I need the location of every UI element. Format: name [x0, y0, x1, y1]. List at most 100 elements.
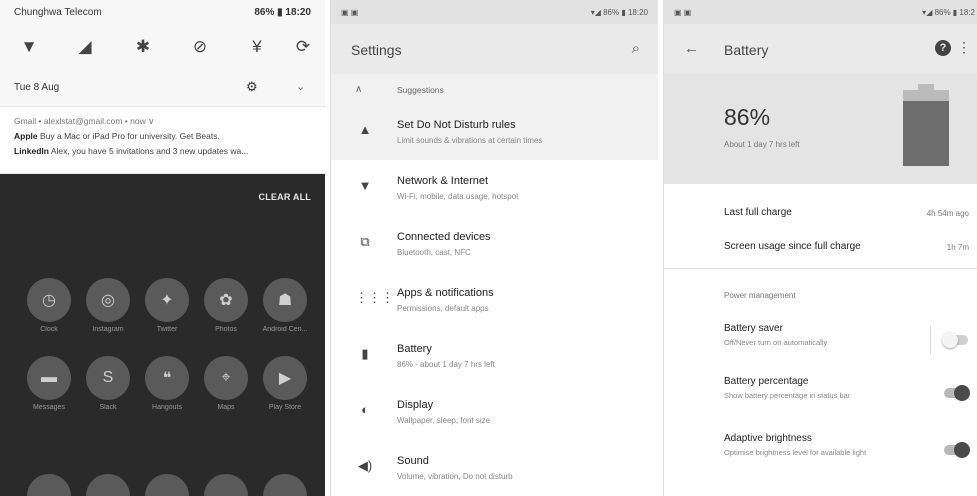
divider: [930, 326, 931, 354]
quick-settings: ▼ ◢ ✱ ⊘ ¥ ⟳: [0, 32, 325, 66]
toggle-subtitle: Optimise brightness level for available …: [724, 448, 867, 457]
notification-text: Alex, you have 5 invitations and 3 new u…: [50, 146, 249, 156]
help-icon[interactable]: ?: [935, 40, 951, 56]
toggle-title: Battery saver: [724, 323, 783, 334]
last-full-charge-row[interactable]: Last full charge 4h 54m ago: [664, 198, 977, 230]
battery-percent: 86%: [724, 104, 771, 130]
sound-icon: ◀): [357, 458, 373, 473]
clock-icon[interactable]: ◷: [27, 278, 71, 322]
clear-all-button[interactable]: CLEAR ALL: [259, 192, 311, 202]
toggle-knob: [954, 385, 970, 401]
messages-icon[interactable]: ▬: [27, 356, 71, 400]
item-title: Set Do Not Disturb rules: [397, 119, 516, 131]
adaptive-brightness-row[interactable]: Adaptive brightness Optimise brightness …: [664, 426, 977, 476]
chevron-up-icon[interactable]: ∧: [355, 84, 362, 95]
row-label: Last full charge: [724, 207, 792, 218]
signal-icon[interactable]: ◢: [70, 32, 100, 62]
instagram-icon[interactable]: ◎: [86, 278, 130, 322]
dock-app-icon[interactable]: [263, 474, 307, 496]
app-label: Messages: [33, 404, 65, 411]
item-title: Sound: [397, 455, 429, 467]
wifi-icon[interactable]: ▼: [14, 32, 44, 62]
item-title: Apps & notifications: [397, 287, 494, 299]
toggle-subtitle: Show battery percentage in status bar: [724, 391, 851, 400]
settings-item-display[interactable]: ◐ Display Wallpaper, sleep, font size: [331, 386, 658, 440]
settings-item-battery[interactable]: ▮ Battery 86% - about 1 day 7 hrs left: [331, 330, 658, 384]
back-arrow-icon[interactable]: ←: [684, 40, 699, 57]
dnd-icon[interactable]: ⊘: [185, 32, 215, 62]
item-title: Display: [397, 399, 434, 411]
rotate-icon[interactable]: ⟳: [288, 32, 318, 62]
flashlight-icon[interactable]: ¥: [242, 32, 272, 62]
maps-icon[interactable]: ⌖: [204, 356, 248, 400]
devices-icon: ⧉: [360, 234, 370, 249]
page-title: Settings: [351, 42, 402, 58]
android-icon[interactable]: ☗: [263, 278, 307, 322]
suggestions-header[interactable]: ∧ Suggestions: [331, 74, 658, 106]
settings-item-dnd-rules[interactable]: ▲ Set Do Not Disturb rules Limit sounds …: [331, 106, 658, 160]
slack-icon[interactable]: S: [86, 356, 130, 400]
item-subtitle: Bluetooth, cast, NFC: [397, 248, 471, 257]
settings-item-sound[interactable]: ◀) Sound Volume, vibration, Do not distu…: [331, 442, 658, 496]
app-label: Clock: [40, 326, 58, 333]
gear-icon[interactable]: ⚙: [246, 79, 258, 95]
battery-summary: 86% About 1 day 7 hrs left: [664, 74, 977, 184]
item-subtitle: 86% - about 1 day 7 hrs left: [397, 360, 495, 369]
chevron-down-icon[interactable]: ⌄: [296, 80, 305, 93]
divider: [664, 268, 977, 269]
battery-percentage-row[interactable]: Battery percentage Show battery percenta…: [664, 369, 977, 419]
status-left: ▣ ▣: [341, 8, 359, 17]
settings-item-connected-devices[interactable]: ⧉ Connected devices Bluetooth, cast, NFC: [331, 218, 658, 272]
twitter-icon[interactable]: ✦: [145, 278, 189, 322]
wifi-icon: ▼: [358, 178, 372, 193]
settings-item-apps[interactable]: ⋮⋮⋮ Apps & notifications Permissions, de…: [331, 274, 658, 328]
dock-app-icon[interactable]: [27, 474, 71, 496]
status-right: ▾◢ 86% ▮ 18:20: [590, 8, 648, 17]
battery-time-left: About 1 day 7 hrs left: [724, 140, 800, 149]
notification-sender: LinkedIn: [14, 146, 49, 156]
play-store-icon[interactable]: ▶: [263, 356, 307, 400]
battery-saver-row[interactable]: Battery saver Off/Never turn on automati…: [664, 316, 977, 366]
dock-app-icon[interactable]: [145, 474, 189, 496]
date-row: Tue 8 Aug ⚙ ⌄: [0, 78, 325, 98]
screen-usage-row[interactable]: Screen usage since full charge 1h 7m: [664, 232, 977, 264]
app-label: Photos: [215, 326, 237, 333]
app-label: Instagram: [92, 326, 124, 333]
status-left: ▣ ▣: [674, 8, 692, 17]
dock-app-icon[interactable]: [204, 474, 248, 496]
row-value: 4h 54m ago: [926, 209, 969, 218]
item-title: Network & Internet: [397, 175, 489, 187]
battery-level-fill: [903, 100, 949, 166]
item-subtitle: Permissions, default apps: [397, 304, 489, 313]
search-icon[interactable]: ⌕: [632, 40, 640, 57]
item-subtitle: Volume, vibration, Do not disturb: [397, 472, 513, 481]
item-title: Battery: [397, 343, 432, 355]
toggle-knob: [954, 442, 970, 458]
battery-percentage-toggle[interactable]: [944, 385, 970, 401]
app-label: Slack: [99, 404, 117, 411]
dock-app-icon[interactable]: [86, 474, 130, 496]
battery-graphic: [903, 90, 949, 166]
app-label: Play Store: [268, 404, 302, 411]
app-label: Maps: [217, 404, 235, 411]
bluetooth-icon[interactable]: ✱: [128, 32, 158, 62]
page-title: Battery: [724, 42, 769, 58]
settings-item-network[interactable]: ▼ Network & Internet Wi-Fi, mobile, data…: [331, 162, 658, 216]
settings-app-bar: Settings ⌕: [331, 24, 658, 74]
photos-icon[interactable]: ✿: [204, 278, 248, 322]
notification-text: Buy a Mac or iPad Pro for university. Ge…: [40, 131, 220, 141]
item-subtitle: Wallpaper, sleep, font size: [397, 416, 491, 425]
battery-saver-toggle[interactable]: [942, 332, 968, 348]
status-bar: ▣ ▣ ▾◢ 86% ▮ 18:20: [331, 0, 658, 24]
gmail-notification[interactable]: Gmail • alexlstat@gmail.com • now ∨ Appl…: [0, 106, 325, 174]
toggle-subtitle: Off/Never turn on automatically: [724, 338, 828, 347]
hangouts-icon[interactable]: ❝: [145, 356, 189, 400]
adaptive-brightness-toggle[interactable]: [944, 442, 970, 458]
toggle-title: Adaptive brightness: [724, 433, 812, 444]
toggle-knob: [942, 332, 958, 348]
notification-line: LinkedIn Alex, you have 5 invitations an…: [14, 146, 320, 156]
battery-panel: ▣ ▣ ▾◢ 86% ▮ 18:2 ← Battery ? ⋮ 86% Abou…: [663, 0, 977, 496]
row-label: Screen usage since full charge: [724, 241, 861, 252]
section-header: Power management: [724, 291, 796, 300]
more-options-icon[interactable]: ⋮: [957, 39, 971, 56]
